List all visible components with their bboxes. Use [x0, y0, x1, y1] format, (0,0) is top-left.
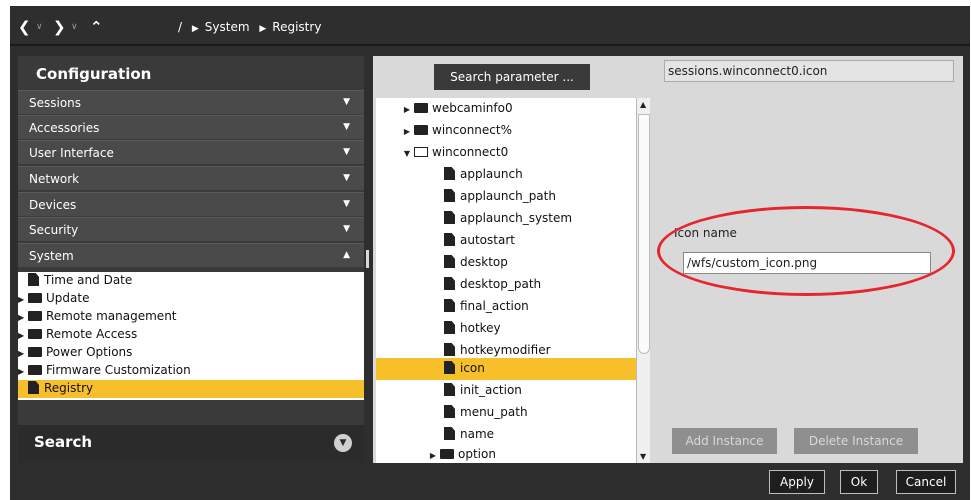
ok-button[interactable]: Ok — [840, 470, 878, 494]
forward-icon[interactable]: ❯ — [53, 18, 66, 36]
file-icon — [444, 383, 455, 396]
tree-item-time-and-date[interactable]: Time and Date — [18, 272, 364, 290]
breadcrumb-item-system[interactable]: System — [205, 20, 250, 34]
expand-triangle-icon: ▶ — [18, 349, 25, 358]
tree-item-remote-management[interactable]: ▶ Remote management — [18, 308, 364, 326]
file-icon — [444, 299, 455, 312]
cancel-button[interactable]: Cancel — [896, 470, 956, 494]
sidebar-section-user-interface[interactable]: User Interface ▼ — [18, 140, 364, 164]
expand-arrow-icon: ▼ — [343, 97, 350, 107]
tree-item-winconnect-percent[interactable]: ▶ winconnect% — [376, 120, 636, 142]
file-icon — [28, 273, 39, 286]
folder-open-icon — [414, 147, 428, 157]
forward-history-icon[interactable]: ∨ — [71, 22, 78, 32]
breadcrumb-arrow-icon: ▶ — [259, 24, 267, 34]
highlight-ellipse — [657, 206, 955, 296]
folder-icon — [440, 449, 454, 459]
file-icon — [444, 427, 455, 440]
folder-icon — [28, 329, 42, 339]
expand-triangle-icon: ▶ — [18, 313, 25, 322]
collapse-arrow-icon: ▲ — [343, 250, 350, 260]
parameter-path-field: sessions.winconnect0.icon — [664, 60, 954, 82]
tree-item-option[interactable]: ▶ option — [376, 444, 636, 463]
expand-arrow-icon: ▼ — [343, 224, 350, 234]
expand-triangle-icon: ▶ — [18, 295, 25, 304]
tree-item-applaunch-system[interactable]: applaunch_system — [376, 208, 636, 230]
folder-icon — [28, 293, 42, 303]
file-icon — [444, 233, 455, 246]
file-icon — [444, 277, 455, 290]
add-instance-button[interactable]: Add Instance — [672, 428, 777, 454]
scrollbar-thumb[interactable] — [638, 114, 650, 354]
expand-arrow-icon: ▼ — [343, 147, 350, 157]
folder-icon — [28, 365, 42, 375]
top-nav-bar: ❮ ∨ ❯ ∨ ⌃ / ▶ System ▶ Registry — [10, 6, 970, 46]
configuration-title: Configuration — [18, 56, 364, 90]
configuration-panel: Configuration Sessions ▼ Accessories ▼ Use… — [18, 56, 364, 463]
file-icon — [444, 255, 455, 268]
tree-item-autostart[interactable]: autostart — [376, 230, 636, 252]
file-icon — [444, 167, 455, 180]
tree-item-winconnect0[interactable]: ▼ winconnect0 — [376, 142, 636, 164]
back-history-icon[interactable]: ∨ — [36, 22, 43, 32]
tree-item-desktop-path[interactable]: desktop_path — [376, 274, 636, 296]
search-title: Search — [34, 433, 93, 451]
sidebar-section-network[interactable]: Network ▼ — [18, 166, 364, 190]
breadcrumb-root[interactable]: / — [178, 20, 182, 34]
tree-item-update[interactable]: ▶ Update — [18, 290, 364, 308]
sidebar-section-security[interactable]: Security ▼ — [18, 217, 364, 241]
file-icon — [444, 361, 455, 374]
file-icon — [444, 189, 455, 202]
tree-item-applaunch[interactable]: applaunch — [376, 164, 636, 186]
folder-icon — [414, 125, 428, 135]
scroll-down-icon[interactable]: ▼ — [640, 452, 646, 461]
folder-icon — [28, 347, 42, 357]
tree-item-hotkey[interactable]: hotkey — [376, 318, 636, 340]
expand-arrow-icon: ▼ — [343, 122, 350, 132]
system-tree: Time and Date ▶ Update ▶ Remote management… — [18, 272, 364, 400]
scroll-up-icon[interactable]: ▲ — [640, 100, 646, 109]
expand-arrow-icon: ▼ — [343, 173, 350, 183]
tree-item-menu-path[interactable]: menu_path — [376, 402, 636, 424]
breadcrumb: / ▶ System ▶ Registry — [178, 20, 327, 34]
expand-circle-icon[interactable]: ▼ — [334, 434, 352, 452]
up-icon[interactable]: ⌃ — [90, 18, 103, 36]
file-icon — [444, 211, 455, 224]
expand-triangle-icon: ▶ — [18, 367, 25, 376]
search-parameter-button[interactable]: Search parameter ... — [434, 64, 590, 90]
back-icon[interactable]: ❮ — [18, 18, 31, 36]
file-icon — [444, 321, 455, 334]
breadcrumb-item-registry[interactable]: Registry — [272, 20, 321, 34]
sidebar-section-sessions[interactable]: Sessions ▼ — [18, 90, 364, 114]
registry-tree: ▶ webcaminfo0 ▶ winconnect% ▼ winconnect0 a… — [376, 98, 636, 463]
registry-tree-scrollbar[interactable]: ▲ ▼ — [636, 98, 650, 463]
delete-instance-button[interactable]: Delete Instance — [794, 428, 918, 454]
expand-arrow-icon: ▼ — [343, 199, 350, 209]
folder-icon — [414, 103, 428, 113]
search-section[interactable]: Search ▼ — [18, 425, 364, 463]
folder-icon — [28, 311, 42, 321]
panel-splitter[interactable] — [366, 250, 369, 268]
file-icon — [444, 405, 455, 418]
tree-item-final-action[interactable]: final_action — [376, 296, 636, 318]
sidebar-section-accessories[interactable]: Accessories ▼ — [18, 115, 364, 139]
tree-item-power-options[interactable]: ▶ Power Options — [18, 344, 364, 362]
tree-item-applaunch-path[interactable]: applaunch_path — [376, 186, 636, 208]
tree-item-webcaminfo0[interactable]: ▶ webcaminfo0 — [376, 98, 636, 120]
tree-item-init-action[interactable]: init_action — [376, 380, 636, 402]
file-icon — [444, 343, 455, 356]
tree-item-registry[interactable]: Registry — [18, 380, 364, 398]
file-icon — [28, 381, 39, 394]
sidebar-section-devices[interactable]: Devices ▼ — [18, 192, 364, 216]
breadcrumb-arrow-icon: ▶ — [191, 24, 199, 34]
tree-item-name[interactable]: name — [376, 424, 636, 446]
tree-item-firmware-customization[interactable]: ▶ Firmware Customization — [18, 362, 364, 380]
tree-item-desktop[interactable]: desktop — [376, 252, 636, 274]
expand-triangle-icon: ▶ — [18, 331, 25, 340]
sidebar-section-system[interactable]: System ▲ — [18, 243, 364, 267]
tree-item-remote-access[interactable]: ▶ Remote Access — [18, 326, 364, 344]
apply-button[interactable]: Apply — [769, 470, 825, 494]
tree-item-icon[interactable]: icon — [376, 358, 636, 380]
